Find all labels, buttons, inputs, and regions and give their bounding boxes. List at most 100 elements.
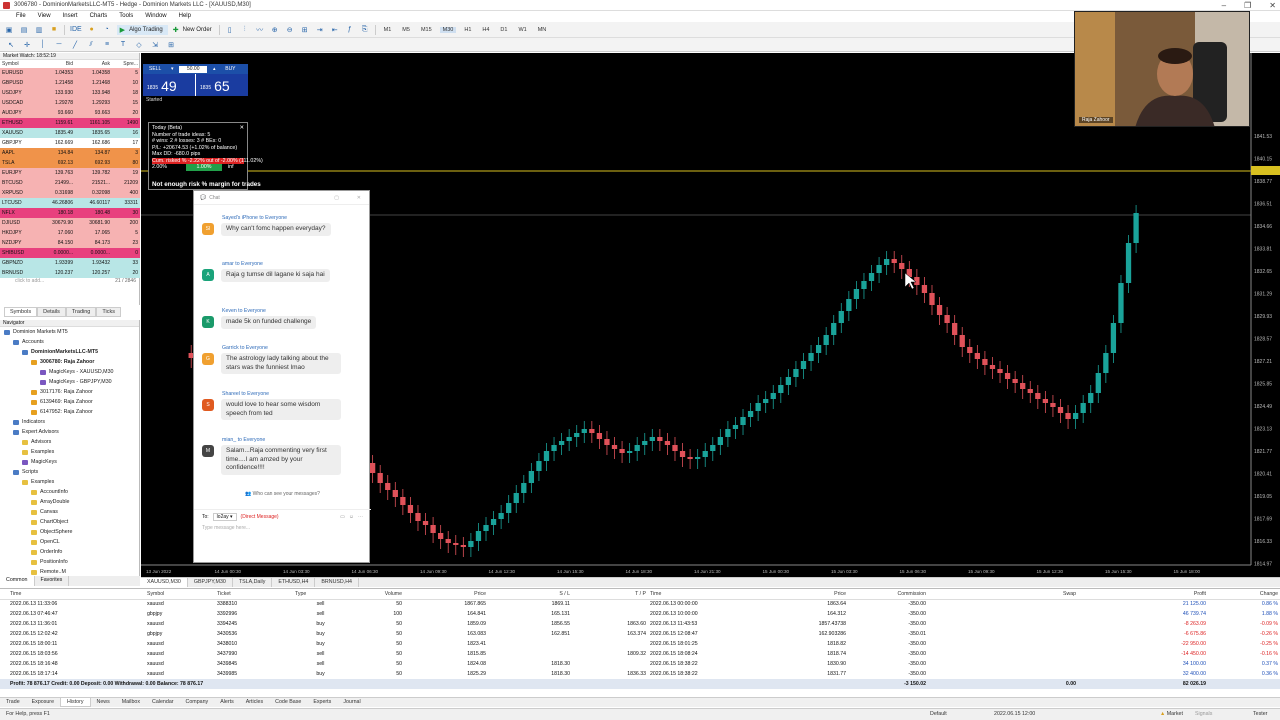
- toolbox-tab[interactable]: Mailbox: [116, 698, 146, 707]
- market-watch-row[interactable]: XAUUSD 1835.49 1835.65 16: [0, 128, 140, 138]
- file-icon[interactable]: ▭: [340, 514, 345, 520]
- toolbox-tab[interactable]: Articles: [240, 698, 269, 707]
- market-watch-row[interactable]: AUDJPY 93.660 93.663 20: [0, 108, 140, 118]
- market-watch-row[interactable]: GBPUSD 1.21458 1.21468 10: [0, 78, 140, 88]
- tf-w1[interactable]: W1: [515, 27, 529, 33]
- vertical-line-icon[interactable]: │: [38, 40, 48, 50]
- close-icon[interactable]: ✕: [357, 195, 361, 201]
- ide-icon[interactable]: IDE: [70, 25, 82, 35]
- navigator-item[interactable]: Examples: [0, 447, 139, 457]
- navigator-item[interactable]: Remote..M: [0, 567, 139, 576]
- cursor-icon[interactable]: ↖: [6, 40, 16, 50]
- toolbox-tab[interactable]: Code Base: [269, 698, 307, 707]
- history-col[interactable]: Type: [293, 589, 348, 600]
- new-chart-icon[interactable]: ▣: [4, 25, 14, 35]
- shapes-icon[interactable]: ◇: [134, 40, 144, 50]
- navigator-item[interactable]: ArrayDouble: [0, 497, 139, 507]
- history-col[interactable]: Symbol: [145, 589, 215, 600]
- volume-down-icon[interactable]: ▾: [167, 64, 177, 74]
- navigator-item[interactable]: Scripts: [0, 467, 139, 477]
- navigator-item[interactable]: ObjectSphere: [0, 527, 139, 537]
- chart-tab[interactable]: TSLA,Daily: [233, 578, 273, 587]
- minimize-button[interactable]: –: [1222, 0, 1226, 11]
- buy-price[interactable]: 1835 65: [195, 74, 248, 96]
- history-row[interactable]: 2022.06.13 11:33:06 xauusd 3388310 sell 50 18…: [0, 599, 1280, 609]
- line-chart-icon[interactable]: 〰: [255, 25, 265, 35]
- templates-icon[interactable]: ⎘: [360, 25, 370, 35]
- history-col[interactable]: Ticket: [215, 589, 293, 600]
- market-watch-icon[interactable]: ▥: [34, 25, 44, 35]
- col-ask[interactable]: Ask: [75, 60, 112, 68]
- menu-insert[interactable]: Insert: [63, 11, 78, 22]
- navigator-item[interactable]: Dominion Markets MT5: [0, 327, 139, 337]
- toolbox-tab[interactable]: Alerts: [214, 698, 240, 707]
- col-spread[interactable]: Spre...: [112, 60, 140, 68]
- history-row[interactable]: 2022.06.15 18:03:56 xauusd 3437990 sell 50 18…: [0, 649, 1280, 659]
- market-watch-row[interactable]: NZDJPY 84.150 84.173 23: [0, 238, 140, 248]
- tf-h1[interactable]: H1: [461, 27, 474, 33]
- history-col[interactable]: T / P: [572, 589, 648, 600]
- new-order-button[interactable]: ✚ New Order: [173, 25, 214, 35]
- market-watch-row[interactable]: EURJPY 139.763 139.782 19: [0, 168, 140, 178]
- navigator-item[interactable]: DominionMarketsLLC-MT5: [0, 347, 139, 357]
- market-watch-row[interactable]: LTCUSD 46.26806 46.60117 33311: [0, 198, 140, 208]
- col-bid[interactable]: Bid: [38, 60, 75, 68]
- market-watch-row[interactable]: TSLA 692.13 692.93 80: [0, 158, 140, 168]
- toolbox-tab[interactable]: Trade: [0, 698, 26, 707]
- navigator-item[interactable]: 3006780: Raja Zahoor: [0, 357, 139, 367]
- crosshair-icon[interactable]: ✛: [22, 40, 32, 50]
- buy-button[interactable]: BUY: [221, 66, 239, 72]
- fibonacci-icon[interactable]: ≡: [102, 40, 112, 50]
- close-icon[interactable]: ✕: [240, 125, 244, 132]
- toolbox-tab[interactable]: Exposure: [26, 698, 60, 707]
- horizontal-line-icon[interactable]: ─: [54, 40, 64, 50]
- market-watch-row[interactable]: BTCUSD 21499... 21521... 21209: [0, 178, 140, 188]
- navigator-item[interactable]: Accounts: [0, 337, 139, 347]
- navigator-item[interactable]: 6147952: Raja Zahoor: [0, 407, 139, 417]
- indicators-icon[interactable]: ƒ: [345, 25, 355, 35]
- chart-tab[interactable]: ETHUSD,H4: [272, 578, 316, 587]
- history-col[interactable]: Time: [648, 589, 730, 600]
- chart-tab[interactable]: XAUUSD,M30: [141, 578, 188, 587]
- zoom-out-icon[interactable]: ⊖: [285, 25, 295, 35]
- tab-favorites[interactable]: Favorites: [35, 576, 70, 586]
- menu-view[interactable]: View: [38, 11, 51, 22]
- tab-common[interactable]: Common: [0, 576, 35, 586]
- history-col[interactable]: Time: [0, 589, 145, 600]
- tf-d1[interactable]: D1: [497, 27, 510, 33]
- tf-m5[interactable]: M5: [399, 27, 413, 33]
- algo-trading-button[interactable]: ▶ Algo Trading: [116, 24, 168, 35]
- market-watch-row[interactable]: NFLX 180.18 180.48 30: [0, 208, 140, 218]
- who-can-see[interactable]: 👥 Who can see your messages?: [194, 491, 371, 497]
- menu-file[interactable]: File: [16, 11, 26, 22]
- navigator-item[interactable]: MagicKeys - GBPJPY,M30: [0, 377, 139, 387]
- history-col[interactable]: Commission: [848, 589, 928, 600]
- navigator-item[interactable]: ChartObject: [0, 517, 139, 527]
- tf-m1[interactable]: M1: [381, 27, 395, 33]
- sell-button[interactable]: SELL: [145, 66, 165, 72]
- tf-mn[interactable]: MN: [535, 27, 550, 33]
- toolbox-tab[interactable]: History: [60, 698, 91, 707]
- history-col[interactable]: Change: [1208, 589, 1280, 600]
- zoom-in-icon[interactable]: ⊕: [270, 25, 280, 35]
- market-watch-row[interactable]: GBPNZD 1.93399 1.93432 33: [0, 258, 140, 268]
- profiles-icon[interactable]: ▤: [19, 25, 29, 35]
- menu-window[interactable]: Window: [145, 11, 166, 22]
- chat-input[interactable]: Type message here...: [194, 525, 371, 531]
- history-col[interactable]: Profit: [1078, 589, 1208, 600]
- status-market[interactable]: ▲ Market: [1160, 711, 1183, 717]
- tf-h4[interactable]: H4: [479, 27, 492, 33]
- chart-tab[interactable]: BRNUSD,H4: [315, 578, 360, 587]
- status-signals[interactable]: Signals: [1195, 711, 1212, 717]
- navigator-item[interactable]: MagicKeys: [0, 457, 139, 467]
- col-symbol[interactable]: Symbol: [0, 60, 38, 68]
- history-row[interactable]: 2022.06.15 18:16:48 xauusd 3439845 sell 50 18…: [0, 659, 1280, 669]
- tab-details[interactable]: Details: [37, 307, 66, 317]
- navigator-item[interactable]: Canvas: [0, 507, 139, 517]
- navigator-item[interactable]: 3017176: Raja Zahoor: [0, 387, 139, 397]
- recipient-select[interactable]: lo2ay ▾: [212, 513, 237, 521]
- tf-m30[interactable]: M30: [439, 26, 457, 33]
- signals-icon[interactable]: ◔: [102, 25, 112, 35]
- tab-trading[interactable]: Trading: [65, 307, 97, 317]
- sell-price[interactable]: 1835 49: [143, 74, 195, 96]
